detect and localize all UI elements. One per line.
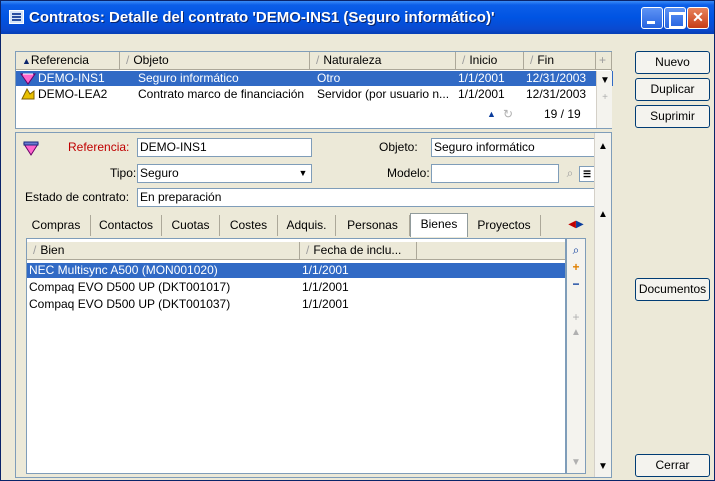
table-cell[interactable]: DEMO-INS1 [38, 71, 138, 86]
suprimir-button[interactable]: Suprimir [635, 105, 710, 128]
tab-cuotas[interactable]: Cuotas [162, 215, 220, 236]
refresh-icon[interactable]: ↻ [503, 107, 521, 122]
contract-type-icon [20, 71, 36, 86]
column-header-naturaleza[interactable]: / Naturaleza [310, 52, 456, 70]
column-separator-icon: / [306, 243, 310, 257]
modelo-label: Modelo: [387, 166, 430, 180]
nuevo-button[interactable]: Nuevo [635, 51, 710, 74]
chevron-right-icon[interactable]: ▶ [576, 219, 584, 230]
tab-personas[interactable]: Personas [336, 215, 410, 236]
cerrar-button[interactable]: Cerrar [635, 454, 710, 477]
search-icon[interactable]: ⌕ [562, 166, 578, 182]
scroll-up-arrow-icon[interactable]: ▲ [595, 139, 611, 155]
bienes-actions-scrollbar[interactable]: ⌕ + − + ▲ ▼ [566, 238, 586, 474]
form-scrollbar[interactable]: ▲ ▲ ▼ [594, 133, 611, 477]
table-cell[interactable]: DEMO-LEA2 [38, 87, 138, 102]
modelo-field[interactable] [431, 164, 559, 183]
scroll-down-arrow-icon[interactable]: ▼ [568, 455, 584, 471]
tab-compras[interactable]: Compras [22, 215, 91, 236]
referencia-field[interactable]: DEMO-INS1 [137, 138, 312, 157]
column-separator-icon: / [126, 53, 130, 67]
table-cell[interactable]: Contrato marco de financiación [138, 87, 316, 102]
scroll-down-arrow-icon[interactable]: ▼ [595, 459, 611, 475]
scroll-up-arrow-icon[interactable]: ▲ [487, 107, 499, 122]
title-bar[interactable]: Contratos: Detalle del contrato 'DEMO-IN… [1, 1, 714, 34]
add-icon[interactable]: + [568, 260, 584, 276]
column-header-fecha[interactable]: / Fecha de inclu... [300, 242, 417, 260]
add-row-icon[interactable]: + [597, 90, 613, 106]
search-icon[interactable]: ⌕ [568, 243, 584, 259]
remove-icon[interactable]: − [568, 277, 584, 293]
add-row-icon[interactable]: + [568, 310, 584, 326]
table-cell[interactable]: 1/1/2001 [302, 297, 412, 312]
tab-proyectos[interactable]: Proyectos [468, 215, 541, 236]
table-cell[interactable]: NEC Multisync A500 (MON001020) [29, 263, 299, 278]
table-cell[interactable]: Otro [317, 71, 457, 86]
table-cell[interactable]: 12/31/2003 [526, 87, 596, 102]
column-header-inicio[interactable]: / Inicio [456, 52, 524, 70]
documentos-button[interactable]: Documentos [635, 278, 710, 301]
estado-select[interactable]: En preparación ▼ [137, 188, 609, 207]
column-separator-icon: / [530, 53, 534, 67]
tab-contactos[interactable]: Contactos [91, 215, 162, 236]
table-cell[interactable]: Compaq EVO D500 UP (DKT001037) [29, 297, 299, 312]
minimize-button[interactable] [641, 7, 663, 29]
list-icon[interactable]: ☰ [579, 166, 595, 182]
table-cell[interactable]: Compaq EVO D500 UP (DKT001017) [29, 280, 299, 295]
contracts-list[interactable]: ▲Referencia / Objeto / Naturaleza / Inicio … [15, 51, 613, 129]
column-header-referencia[interactable]: ▲Referencia [16, 52, 120, 70]
lease-contract-icon [20, 87, 36, 102]
duplicar-button[interactable]: Duplicar [635, 78, 710, 101]
objeto-label: Objeto: [379, 140, 418, 154]
tipo-label: Tipo: [110, 166, 137, 180]
estado-label: Estado de contrato: [25, 190, 130, 204]
contract-detail-icon [22, 141, 40, 157]
scroll-up-arrow-icon[interactable]: ▲ [595, 207, 611, 223]
add-column-button[interactable]: + [596, 52, 612, 70]
scroll-up-arrow-icon[interactable]: ▲ [568, 325, 584, 341]
column-header-bien[interactable]: / Bien [27, 242, 300, 260]
record-counter: 19 / 19 [544, 107, 581, 121]
contract-detail-window: Contratos: Detalle del contrato 'DEMO-IN… [0, 0, 715, 481]
tab-scroll-arrows[interactable]: ◀▶ [561, 215, 591, 236]
referencia-label: Referencia: [68, 140, 130, 154]
tab-adquis[interactable]: Adquis. [278, 215, 336, 236]
tipo-select[interactable]: Seguro ▼ [137, 164, 312, 183]
column-separator-icon: / [33, 243, 37, 257]
column-header-fin[interactable]: / Fin [524, 52, 596, 70]
maximize-button[interactable] [664, 7, 686, 29]
table-cell[interactable]: 1/1/2001 [302, 263, 412, 278]
objeto-field[interactable]: Seguro informático [431, 138, 595, 157]
table-cell[interactable]: 1/1/2001 [302, 280, 412, 295]
column-header-empty [417, 242, 565, 260]
table-cell[interactable]: 1/1/2001 [458, 71, 524, 86]
tab-bienes[interactable]: Bienes [410, 213, 468, 237]
column-separator-icon: / [462, 53, 466, 67]
column-separator-icon: / [316, 53, 320, 67]
column-header-objeto[interactable]: / Objeto [120, 52, 310, 70]
table-cell[interactable]: Servidor (por usuario n... [317, 87, 457, 102]
table-cell[interactable]: 1/1/2001 [458, 87, 524, 102]
scroll-down-arrow-icon[interactable]: ▼ [597, 73, 613, 89]
bienes-list[interactable]: / Bien / Fecha de inclu... NEC Multisync A… [26, 238, 566, 474]
tab-costes[interactable]: Costes [220, 215, 278, 236]
chevron-down-icon[interactable]: ▼ [296, 165, 310, 182]
list-scrollbar[interactable]: ▼ + [596, 71, 612, 128]
table-cell[interactable]: Seguro informático [138, 71, 310, 86]
sort-ascending-icon: ▲ [22, 56, 31, 66]
window-app-icon [9, 10, 24, 24]
window-title: Contratos: Detalle del contrato 'DEMO-IN… [29, 9, 495, 26]
chevron-left-icon[interactable]: ◀ [568, 219, 576, 230]
close-window-button[interactable]: ✕ [687, 7, 709, 29]
table-cell[interactable]: 12/31/2003 [526, 71, 596, 86]
